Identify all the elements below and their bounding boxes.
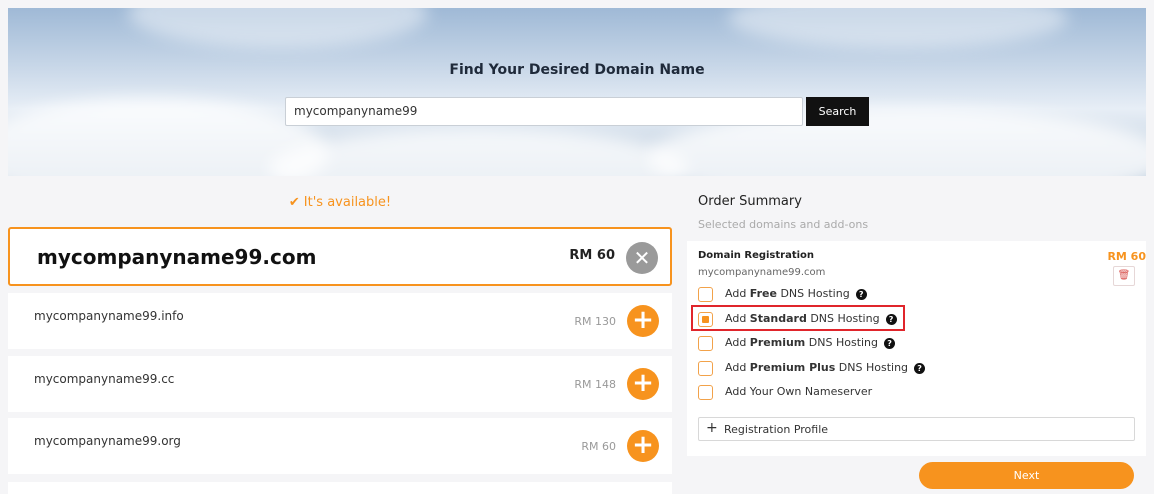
checkbox[interactable] bbox=[698, 361, 713, 376]
domain-suggestion-row: mycompanyname99.cc RM 148 + bbox=[8, 356, 672, 412]
domain-suggestion-row bbox=[8, 482, 672, 494]
summary-price: RM 60 bbox=[1107, 250, 1146, 263]
order-summary-subtitle: Selected domains and add-ons bbox=[698, 218, 869, 231]
domain-name: mycompanyname99.info bbox=[34, 309, 184, 323]
cloud-decoration bbox=[268, 128, 688, 176]
help-icon[interactable]: ? bbox=[855, 289, 867, 300]
option-label: Add Premium Plus DNS Hosting? bbox=[725, 361, 926, 374]
check-icon: ✔ bbox=[288, 195, 300, 210]
domain-price: RM 148 bbox=[574, 378, 616, 391]
add-domain-button[interactable]: + bbox=[627, 368, 659, 400]
section-label: Domain Registration bbox=[698, 250, 815, 261]
selected-domain-card: mycompanyname99.com RM 60 ✕ bbox=[8, 227, 672, 286]
search-button[interactable]: Search bbox=[806, 97, 869, 126]
trash-icon[interactable]: 🗑 bbox=[1113, 266, 1135, 286]
search-input[interactable]: mycompanyname99 bbox=[285, 97, 803, 126]
help-icon[interactable]: ? bbox=[884, 338, 896, 349]
checkbox[interactable] bbox=[698, 287, 713, 302]
option-label: Add Standard DNS Hosting? bbox=[725, 312, 897, 325]
remove-domain-button[interactable]: ✕ bbox=[626, 242, 658, 274]
plus-icon: + bbox=[706, 420, 718, 436]
help-icon[interactable]: ? bbox=[885, 314, 897, 325]
option-label: Add Your Own Nameserver bbox=[725, 385, 873, 398]
add-domain-button[interactable]: + bbox=[627, 305, 659, 337]
option-label: Add Premium DNS Hosting? bbox=[725, 336, 896, 349]
checkbox[interactable] bbox=[698, 385, 713, 400]
domain-price: RM 130 bbox=[574, 315, 616, 328]
page-title: Find Your Desired Domain Name bbox=[449, 62, 705, 78]
availability-text: It's available! bbox=[303, 195, 392, 210]
domain-name: mycompanyname99.cc bbox=[34, 372, 175, 386]
cloud-decoration bbox=[728, 8, 1068, 48]
availability-status: ✔ It's available! bbox=[8, 195, 672, 210]
cloud-decoration bbox=[128, 8, 428, 48]
checkbox[interactable] bbox=[698, 336, 713, 351]
domain-suggestion-row: mycompanyname99.org RM 60 + bbox=[8, 418, 672, 474]
checkbox[interactable] bbox=[698, 312, 713, 327]
option-label: Add Free DNS Hosting? bbox=[725, 287, 867, 300]
help-icon[interactable]: ? bbox=[914, 363, 926, 374]
domain-price: RM 60 bbox=[569, 248, 615, 263]
search-hero: Find Your Desired Domain Name mycompanyn… bbox=[8, 8, 1146, 176]
domain-suggestion-row: mycompanyname99.info RM 130 + bbox=[8, 293, 672, 349]
domain-name: mycompanyname99.org bbox=[34, 434, 181, 448]
registration-profile-button[interactable]: + Registration Profile bbox=[698, 417, 1135, 441]
summary-domain: mycompanyname99.com bbox=[698, 267, 826, 278]
next-button[interactable]: Next bbox=[919, 462, 1134, 489]
add-domain-button[interactable]: + bbox=[627, 430, 659, 462]
order-summary-title: Order Summary bbox=[698, 194, 802, 209]
registration-profile-label: Registration Profile bbox=[724, 423, 829, 436]
domain-price: RM 60 bbox=[581, 440, 616, 453]
order-summary-panel: Domain Registration mycompanyname99.com … bbox=[687, 241, 1146, 456]
domain-name: mycompanyname99.com bbox=[37, 245, 317, 269]
